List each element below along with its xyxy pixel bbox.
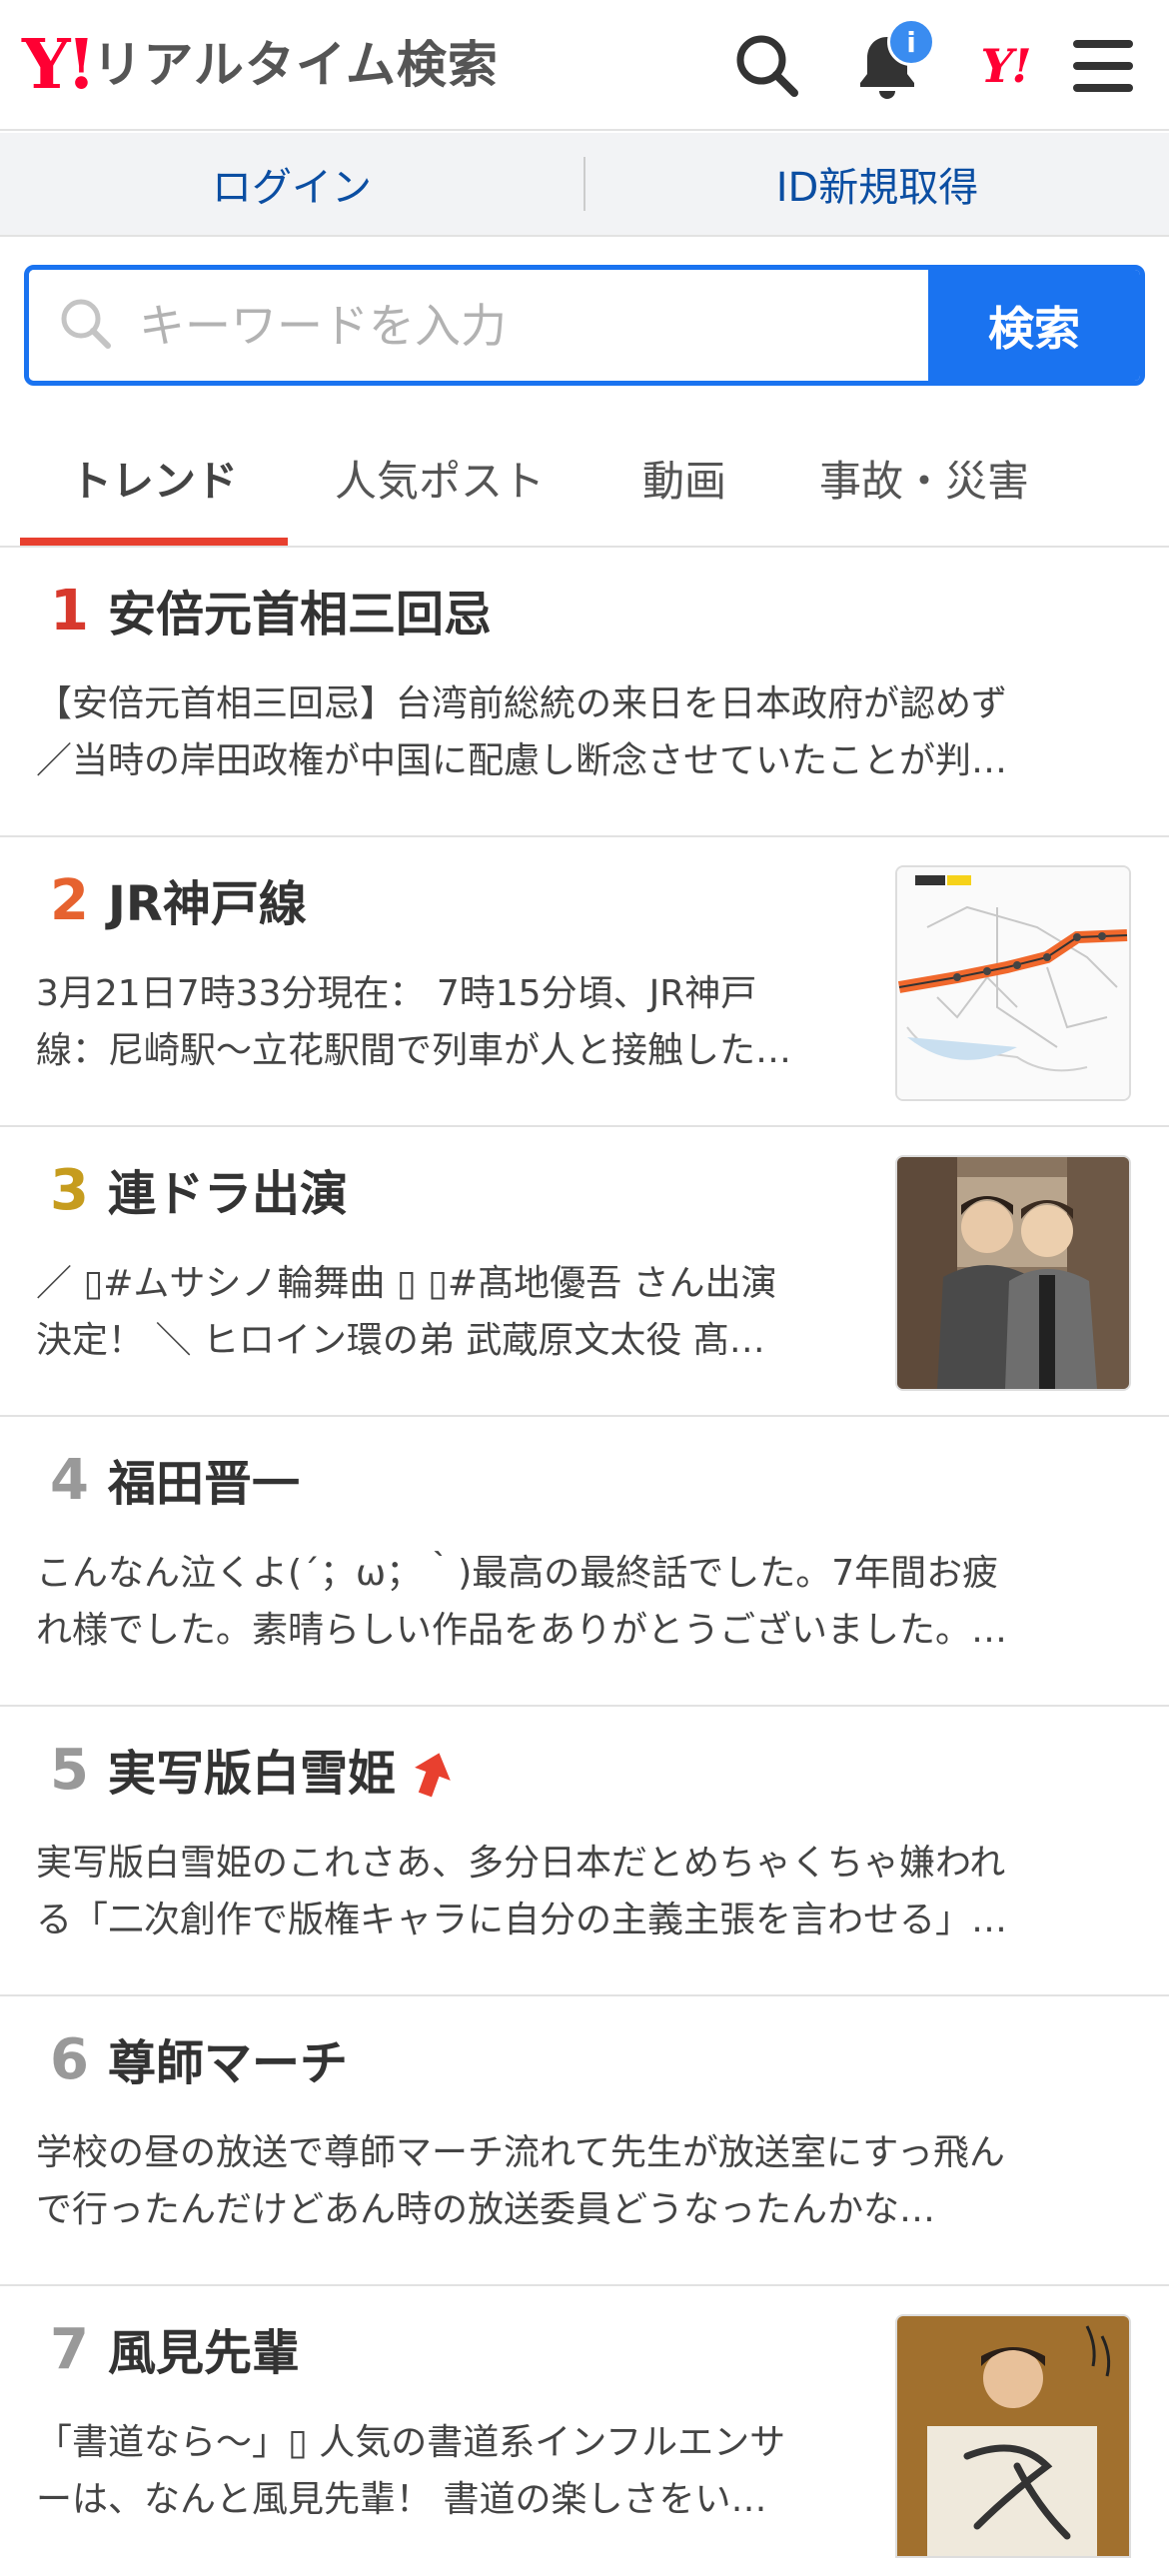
- yahoo-japan-icon[interactable]: Y!: [967, 28, 1043, 104]
- search-box: 検索: [24, 265, 1145, 386]
- search-field[interactable]: [29, 270, 928, 381]
- tab-videos[interactable]: 動画: [589, 410, 779, 546]
- search-field-icon: [59, 297, 113, 355]
- rank-number: 4: [50, 1448, 89, 1513]
- register-link[interactable]: ID新規取得: [585, 155, 1169, 213]
- trend-description: 3月21日7時33分現在： 7時15分頃、JR神戸 線：尼崎駅〜立花駅間で列車が…: [36, 973, 792, 1071]
- trend-item[interactable]: 3 連ドラ出演 ／ ▯#ムサシノ輪舞曲 ▯ ▯#髙地優吾 さん出演 決定！ ＼ …: [0, 1127, 1169, 1417]
- trend-description: ／ ▯#ムサシノ輪舞曲 ▯ ▯#髙地優吾 さん出演 決定！ ＼ ヒロイン環の弟 …: [36, 1263, 777, 1361]
- rank-number: 6: [50, 2027, 89, 2092]
- trend-title[interactable]: 実写版白雪姫: [108, 1743, 454, 1805]
- trend-description: 実写版白雪姫のこれさあ、多分日本だとめちゃくちゃ嫌われ る「二次創作で版権キャラ…: [36, 1843, 1008, 1940]
- trend-description: 「書道なら〜」▯ 人気の書道系インフルエンサ ーは、なんと風見先輩！ 書道の楽し…: [36, 2422, 786, 2520]
- actors-photo-thumbnail[interactable]: [895, 1155, 1131, 1391]
- login-link[interactable]: ログイン: [0, 155, 584, 213]
- rank-number: 3: [50, 1158, 89, 1223]
- search-input[interactable]: [139, 298, 928, 353]
- search-button[interactable]: 検索: [928, 270, 1140, 381]
- trend-item[interactable]: 5 実写版白雪姫 実写版白雪姫のこれさあ、多分日本だとめちゃくちゃ嫌われ る「二…: [0, 1707, 1169, 1996]
- trend-item[interactable]: 2 JR神戸線 3月21日7時33分現在： 7時15分頃、JR神戸 線：尼崎駅〜…: [0, 837, 1169, 1127]
- tab-popular-posts[interactable]: 人気ポスト: [300, 410, 580, 546]
- trend-title[interactable]: JR神戸線: [108, 873, 307, 935]
- trend-item[interactable]: 1 安倍元首相三回忌 【安倍元首相三回忌】台湾前総統の来日を日本政府が認めず ／…: [0, 548, 1169, 837]
- active-tab-indicator: [20, 538, 288, 546]
- app-header: Y! リアルタイム検索 i Y!: [0, 0, 1169, 131]
- trend-title[interactable]: 安倍元首相三回忌: [108, 584, 492, 645]
- auth-bar: ログイン ID新規取得: [0, 133, 1169, 237]
- trend-description: こんなん泣くよ(´；ω；｀)最高の最終話でした。7年間お疲 れ様でした。素晴らし…: [36, 1553, 1008, 1651]
- category-tabs: トレンド 人気ポスト 動画 事故・災害: [0, 410, 1169, 548]
- rank-number: 7: [50, 2317, 89, 2382]
- notification-bell-icon[interactable]: i: [849, 18, 935, 104]
- rank-number: 2: [50, 868, 89, 933]
- tab-accidents-disasters[interactable]: 事故・災害: [789, 410, 1059, 546]
- trend-title[interactable]: 連ドラ出演: [108, 1163, 348, 1225]
- trend-title[interactable]: 風見先輩: [108, 2322, 300, 2384]
- trend-title[interactable]: 尊師マーチ: [108, 2032, 348, 2094]
- rising-arrow-icon: [415, 1753, 451, 1798]
- notification-badge: i: [887, 18, 935, 66]
- trend-description: 【安倍元首相三回忌】台湾前総統の来日を日本政府が認めず ／当時の岸田政権が中国に…: [36, 683, 1008, 781]
- trend-item[interactable]: 6 尊師マーチ 学校の昼の放送で尊師マーチ流れて先生が放送室にすっ飛ん で行った…: [0, 1996, 1169, 2286]
- calligraphy-photo-thumbnail[interactable]: [895, 2314, 1131, 2558]
- trend-item[interactable]: 4 福田晋一 こんなん泣くよ(´；ω；｀)最高の最終話でした。7年間お疲 れ様で…: [0, 1417, 1169, 1707]
- yahoo-logo-mark: Y!: [22, 25, 96, 105]
- trend-description: 学校の昼の放送で尊師マーチ流れて先生が放送室にすっ飛ん で行ったんだけどあん時の…: [36, 2132, 1005, 2230]
- rank-number: 5: [50, 1738, 89, 1803]
- railway-map-thumbnail[interactable]: [895, 865, 1131, 1101]
- rank-number: 1: [50, 579, 89, 644]
- menu-icon[interactable]: [1065, 28, 1141, 104]
- tab-trend[interactable]: トレンド: [20, 410, 288, 546]
- yahoo-realtime-logo[interactable]: Y! リアルタイム検索: [22, 30, 499, 100]
- trend-title[interactable]: 福田晋一: [108, 1453, 300, 1515]
- search-icon[interactable]: [729, 28, 805, 104]
- logo-text: リアルタイム検索: [92, 36, 499, 94]
- trend-item[interactable]: 7 風見先輩 「書道なら〜」▯ 人気の書道系インフルエンサ ーは、なんと風見先輩…: [0, 2286, 1169, 2576]
